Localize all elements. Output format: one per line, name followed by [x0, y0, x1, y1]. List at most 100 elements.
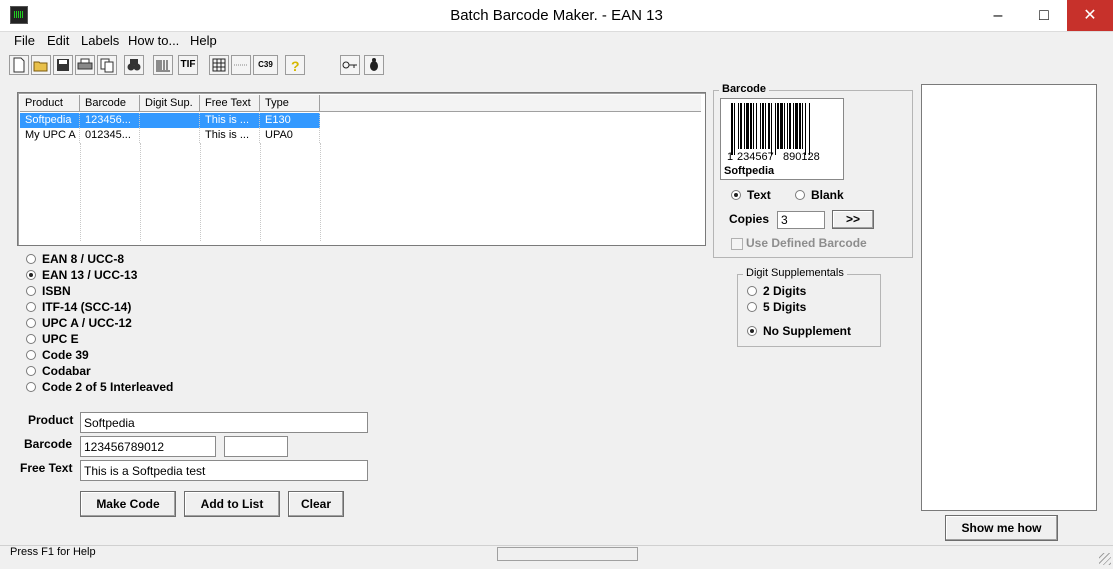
radio-ean8[interactable]: [26, 254, 36, 264]
open-folder-icon[interactable]: [31, 55, 51, 75]
radio-label-code25[interactable]: Code 2 of 5 Interleaved: [42, 380, 173, 394]
radio-5-digits[interactable]: [747, 302, 757, 312]
radio-no-supplement[interactable]: [747, 326, 757, 336]
use-defined-label[interactable]: Use Defined Barcode: [746, 236, 867, 250]
table-cell: [140, 128, 200, 143]
menu-help[interactable]: Help: [190, 33, 217, 48]
product-label: Product: [28, 413, 74, 427]
resize-grip-icon[interactable]: [1099, 553, 1111, 565]
add-to-list-button[interactable]: Add to List: [184, 491, 280, 517]
barcode-strip-icon[interactable]: [231, 55, 251, 75]
barcode-bar: [760, 103, 761, 149]
help-icon[interactable]: ?: [285, 55, 305, 75]
barcode-bar: [734, 103, 735, 155]
radio-label-ean8[interactable]: EAN 8 / UCC-8: [42, 252, 124, 266]
minimize-button[interactable]: –: [975, 0, 1021, 31]
barcode-bar: [738, 103, 739, 149]
menu-file[interactable]: File: [14, 33, 35, 48]
menu-edit[interactable]: Edit: [47, 33, 69, 48]
use-defined-checkbox[interactable]: [731, 238, 743, 250]
barcode-bar: [802, 103, 803, 149]
radio-2-digits[interactable]: [747, 286, 757, 296]
column-divider: [320, 143, 321, 241]
radio-blank[interactable]: [795, 190, 805, 200]
radio-label-code39[interactable]: Code 39: [42, 348, 89, 362]
barcode-list[interactable]: Product Barcode Digit Sup. Free Text Typ…: [17, 92, 706, 246]
barcode-bar: [780, 103, 783, 149]
barcode-digits-right: 890128: [783, 151, 820, 163]
radio-label-upce[interactable]: UPC E: [42, 332, 79, 346]
column-header-digit-sup[interactable]: Digit Sup.: [140, 95, 200, 112]
barcode-bar: [775, 103, 776, 155]
barcode-preview: 1 234567 890128 Softpedia: [720, 98, 844, 180]
column-header-barcode[interactable]: Barcode: [80, 95, 140, 112]
copies-apply-button[interactable]: >>: [832, 210, 874, 229]
barcode-bar: [789, 103, 791, 149]
find-icon[interactable]: [124, 55, 144, 75]
copy-icon[interactable]: [97, 55, 117, 75]
radio-codabar[interactable]: [26, 366, 36, 376]
barcode-bars: [731, 103, 810, 155]
radio-ean13[interactable]: [26, 270, 36, 280]
radio-label-itf14[interactable]: ITF-14 (SCC-14): [42, 300, 131, 314]
radio-label-no-supplement[interactable]: No Supplement: [763, 324, 851, 338]
product-input[interactable]: [80, 412, 368, 433]
code39-icon[interactable]: C39: [253, 55, 278, 75]
menu-how-to[interactable]: How to...: [128, 33, 179, 48]
radio-label-upca[interactable]: UPC A / UCC-12: [42, 316, 132, 330]
barcode-caption: Softpedia: [724, 165, 775, 177]
maximize-button[interactable]: □: [1021, 0, 1067, 31]
radio-label-ean13[interactable]: EAN 13 / UCC-13: [42, 268, 137, 282]
tif-export-icon[interactable]: TIF: [178, 55, 198, 75]
radio-upca[interactable]: [26, 318, 36, 328]
resize-barcode-icon[interactable]: [153, 55, 173, 75]
save-icon[interactable]: [53, 55, 73, 75]
barcode-digit-first: 1: [727, 151, 734, 163]
barcode-input[interactable]: [80, 436, 216, 457]
column-header-product[interactable]: Product: [20, 95, 80, 112]
table-cell: 012345...: [80, 128, 140, 143]
barcode-bar: [750, 103, 752, 149]
grid-icon[interactable]: [209, 55, 229, 75]
radio-label-isbn[interactable]: ISBN: [42, 284, 71, 298]
bug-icon[interactable]: [364, 55, 384, 75]
barcode-bar: [765, 103, 766, 149]
radio-label-codabar[interactable]: Codabar: [42, 364, 91, 378]
radio-itf14[interactable]: [26, 302, 36, 312]
print-icon[interactable]: [75, 55, 95, 75]
menu-labels[interactable]: Labels: [81, 33, 119, 48]
window-title: Batch Barcode Maker. - EAN 13: [450, 7, 663, 24]
radio-text[interactable]: [731, 190, 741, 200]
radio-upce[interactable]: [26, 334, 36, 344]
table-row[interactable]: My UPC A 012345... This is ... UPA0: [20, 128, 320, 143]
barcode-bar: [768, 103, 770, 149]
key-icon[interactable]: [340, 55, 360, 75]
radio-isbn[interactable]: [26, 286, 36, 296]
clear-button[interactable]: Clear: [288, 491, 344, 517]
column-header-free-text[interactable]: Free Text: [200, 95, 260, 112]
radio-code39[interactable]: [26, 350, 36, 360]
copies-input[interactable]: [777, 211, 825, 229]
radio-label-2-digits[interactable]: 2 Digits: [763, 284, 806, 298]
barcode-group-title: Barcode: [719, 83, 770, 95]
make-code-button[interactable]: Make Code: [80, 491, 176, 517]
supplementals-group-title: Digit Supplementals: [743, 267, 847, 279]
barcode-digits-left: 234567: [737, 151, 774, 163]
close-button[interactable]: ✕: [1067, 0, 1113, 31]
label-preview-pane: [921, 84, 1097, 511]
table-row[interactable]: Softpedia 123456... This is ... E130: [20, 113, 320, 128]
free-text-input[interactable]: [80, 460, 368, 481]
status-text: Press F1 for Help: [10, 546, 96, 558]
status-progress-panel: [497, 547, 638, 561]
new-file-icon[interactable]: [9, 55, 29, 75]
radio-code25[interactable]: [26, 382, 36, 392]
radio-label-blank[interactable]: Blank: [811, 188, 844, 202]
column-divider: [260, 143, 261, 241]
radio-label-text[interactable]: Text: [747, 188, 771, 202]
barcode-bar: [809, 103, 810, 155]
radio-label-5-digits[interactable]: 5 Digits: [763, 300, 806, 314]
barcode-supplement-input[interactable]: [224, 436, 288, 457]
barcode-bar: [795, 103, 798, 149]
show-me-how-button[interactable]: Show me how: [945, 515, 1058, 541]
column-header-type[interactable]: Type: [260, 95, 320, 112]
